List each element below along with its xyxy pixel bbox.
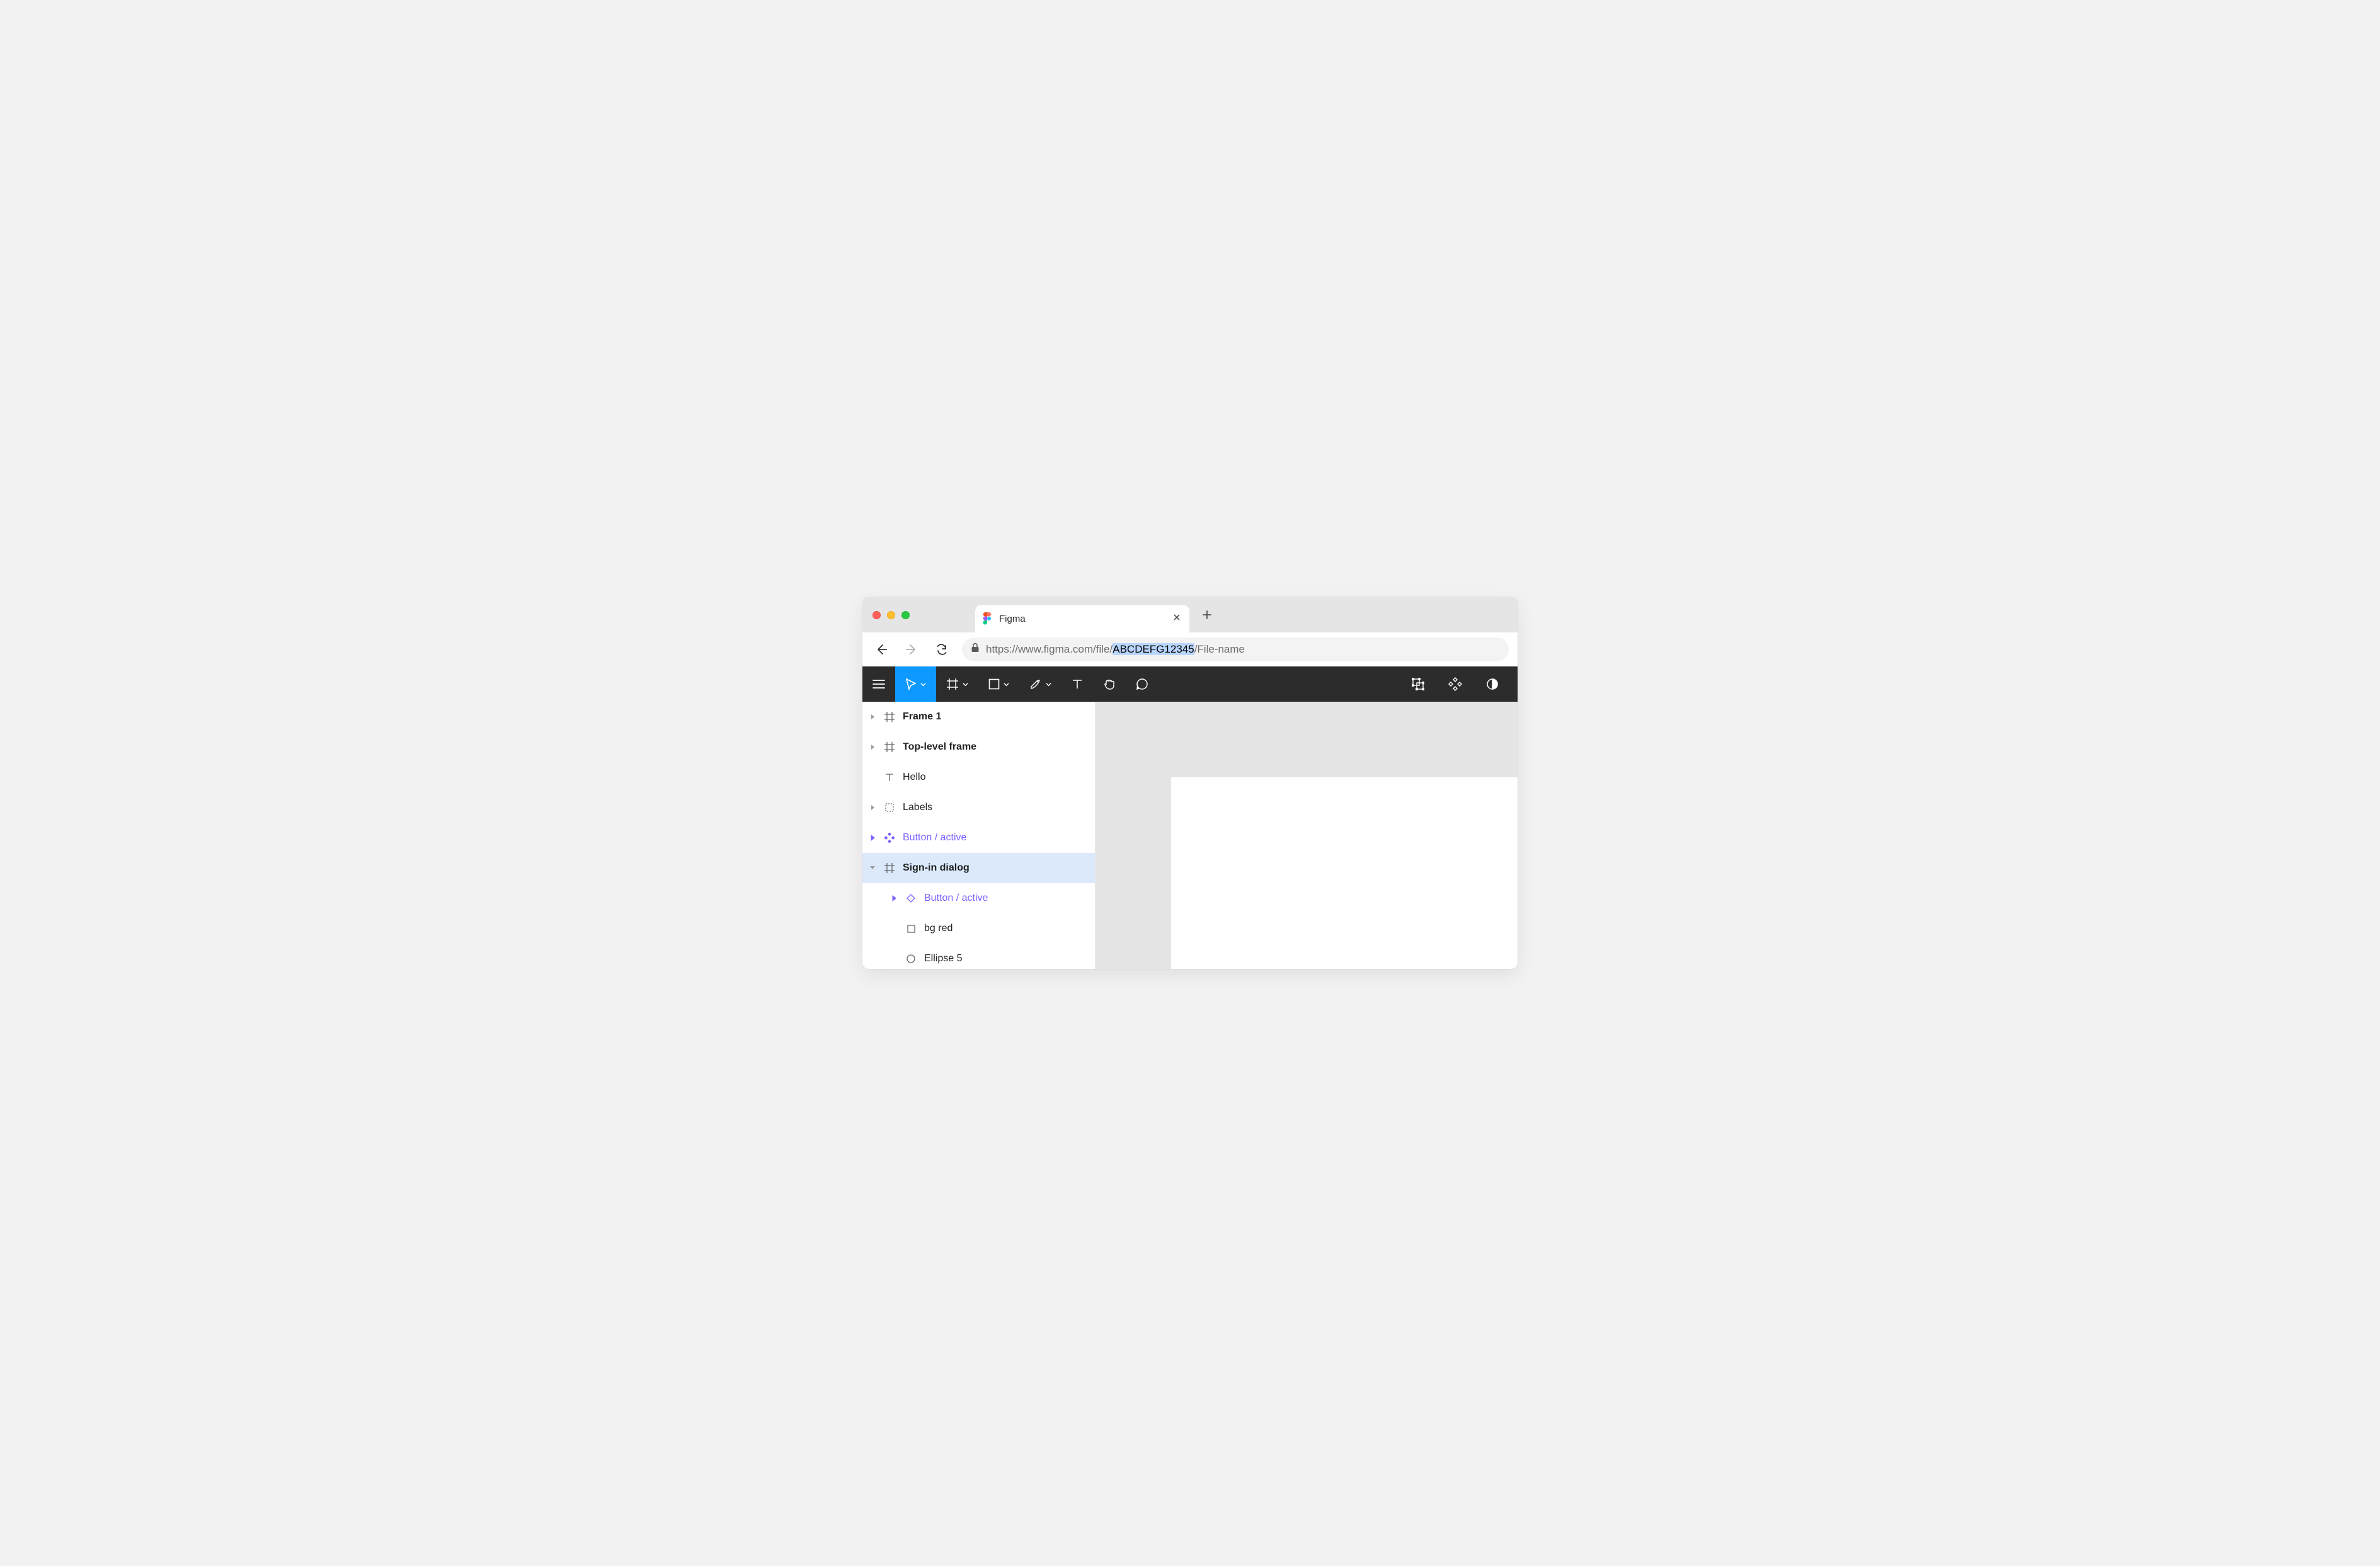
chevron-down-icon xyxy=(1004,682,1009,687)
browser-tab[interactable]: Figma xyxy=(975,605,1189,632)
text-icon xyxy=(1072,678,1083,690)
url-prefix: https://www.figma.com/file/ xyxy=(986,643,1113,655)
layer-row[interactable]: Top-level frame xyxy=(862,732,1095,762)
arrow-left-icon xyxy=(875,643,888,656)
align-tool-button[interactable] xyxy=(1402,666,1434,702)
main-menu-button[interactable] xyxy=(862,666,895,702)
hand-tool-button[interactable] xyxy=(1093,666,1126,702)
layer-row[interactable]: Button / active xyxy=(862,823,1095,853)
layer-label: Sign-in dialog xyxy=(903,862,970,874)
layer-row[interactable]: Labels xyxy=(862,792,1095,823)
url-text: https://www.figma.com/file/ABCDEFG12345/… xyxy=(986,643,1245,656)
layer-disclosure-right-icon[interactable] xyxy=(869,714,876,720)
layer-disclosure-right-icon[interactable] xyxy=(869,804,876,811)
pen-tool-button[interactable] xyxy=(1019,666,1061,702)
frame-tool-button[interactable] xyxy=(936,666,978,702)
browser-addressbar: https://www.figma.com/file/ABCDEFG12345/… xyxy=(862,632,1518,666)
reload-icon xyxy=(935,643,948,656)
layer-ellipse-icon xyxy=(905,954,917,963)
window-controls xyxy=(872,611,910,619)
nav-reload-button[interactable] xyxy=(932,639,952,660)
text-tool-button[interactable] xyxy=(1061,666,1093,702)
layer-instance-icon xyxy=(905,894,917,903)
url-suffix: /File-name xyxy=(1194,643,1245,655)
figma-app: Frame 1 Top-level frame Hello Labels Button … xyxy=(862,666,1518,969)
mask-tool-button[interactable] xyxy=(1476,666,1509,702)
arrow-right-icon xyxy=(905,643,918,656)
canvas-frame[interactable] xyxy=(1171,777,1518,969)
minimize-window-button[interactable] xyxy=(887,611,895,619)
browser-window: Figma https://www.figma.com/file/ABCDEFG… xyxy=(862,597,1518,969)
layer-label: bg red xyxy=(924,923,953,934)
plus-icon xyxy=(1202,610,1212,620)
browser-tabstrip: Figma xyxy=(862,597,1518,632)
layer-text-icon xyxy=(884,773,895,782)
layer-row[interactable]: Frame 1 xyxy=(862,702,1095,732)
layer-frame-icon xyxy=(884,712,895,722)
hamburger-icon xyxy=(872,679,885,689)
figma-workspace: Frame 1 Top-level frame Hello Labels Button … xyxy=(862,702,1518,969)
components-tool-button[interactable] xyxy=(1438,666,1472,702)
rectangle-icon xyxy=(988,678,1000,690)
nav-forward-button[interactable] xyxy=(901,639,922,660)
layer-disclosure-right-icon[interactable] xyxy=(869,835,876,841)
figma-favicon-icon xyxy=(983,612,992,625)
pen-icon xyxy=(1029,678,1042,690)
maximize-window-button[interactable] xyxy=(901,611,910,619)
nav-back-button[interactable] xyxy=(871,639,891,660)
layer-disclosure-down-icon[interactable] xyxy=(869,866,876,871)
tab-title: Figma xyxy=(999,614,1165,624)
layer-label: Button / active xyxy=(924,893,988,904)
layer-label: Button / active xyxy=(903,832,966,843)
layer-label: Labels xyxy=(903,802,932,813)
layers-panel[interactable]: Frame 1 Top-level frame Hello Labels Button … xyxy=(862,702,1096,969)
layer-row[interactable]: Sign-in dialog xyxy=(862,853,1095,883)
figma-toolbar xyxy=(862,666,1518,702)
layer-row[interactable]: bg red xyxy=(862,913,1095,944)
boolean-icon xyxy=(1412,678,1424,690)
cursor-icon xyxy=(905,678,917,690)
shape-tool-button[interactable] xyxy=(978,666,1019,702)
chevron-down-icon xyxy=(963,682,968,687)
layer-row[interactable]: Ellipse 5 xyxy=(862,944,1095,969)
layer-label: Frame 1 xyxy=(903,711,941,723)
new-tab-button[interactable] xyxy=(1198,606,1216,624)
layer-row[interactable]: Button / active xyxy=(862,883,1095,913)
canvas[interactable] xyxy=(1096,702,1518,969)
layer-frame-icon xyxy=(884,742,895,752)
comment-tool-button[interactable] xyxy=(1126,666,1159,702)
layer-label: Top-level frame xyxy=(903,741,976,753)
layer-frame-icon xyxy=(884,863,895,873)
url-input[interactable]: https://www.figma.com/file/ABCDEFG12345/… xyxy=(962,637,1509,661)
layer-row[interactable]: Hello xyxy=(862,762,1095,792)
frame-icon xyxy=(946,678,959,690)
hand-icon xyxy=(1103,678,1116,690)
comment-icon xyxy=(1136,678,1148,690)
layer-disclosure-right-icon[interactable] xyxy=(890,895,898,901)
chevron-down-icon xyxy=(1046,682,1051,687)
components-icon xyxy=(1448,677,1462,691)
layer-disclosure-right-icon[interactable] xyxy=(869,744,876,750)
url-highlighted-segment: ABCDEFG12345 xyxy=(1113,643,1194,655)
layer-rect-icon xyxy=(905,925,917,933)
mask-icon xyxy=(1486,678,1499,690)
layer-componentfill-icon xyxy=(884,833,895,843)
chevron-down-icon xyxy=(920,682,926,687)
layer-label: Ellipse 5 xyxy=(924,953,962,964)
tab-close-button[interactable] xyxy=(1173,613,1181,624)
layer-label: Hello xyxy=(903,772,925,783)
close-icon xyxy=(1173,614,1181,621)
layer-group-icon xyxy=(884,803,895,812)
close-window-button[interactable] xyxy=(872,611,881,619)
lock-icon xyxy=(971,643,980,656)
move-tool-button[interactable] xyxy=(895,666,936,702)
